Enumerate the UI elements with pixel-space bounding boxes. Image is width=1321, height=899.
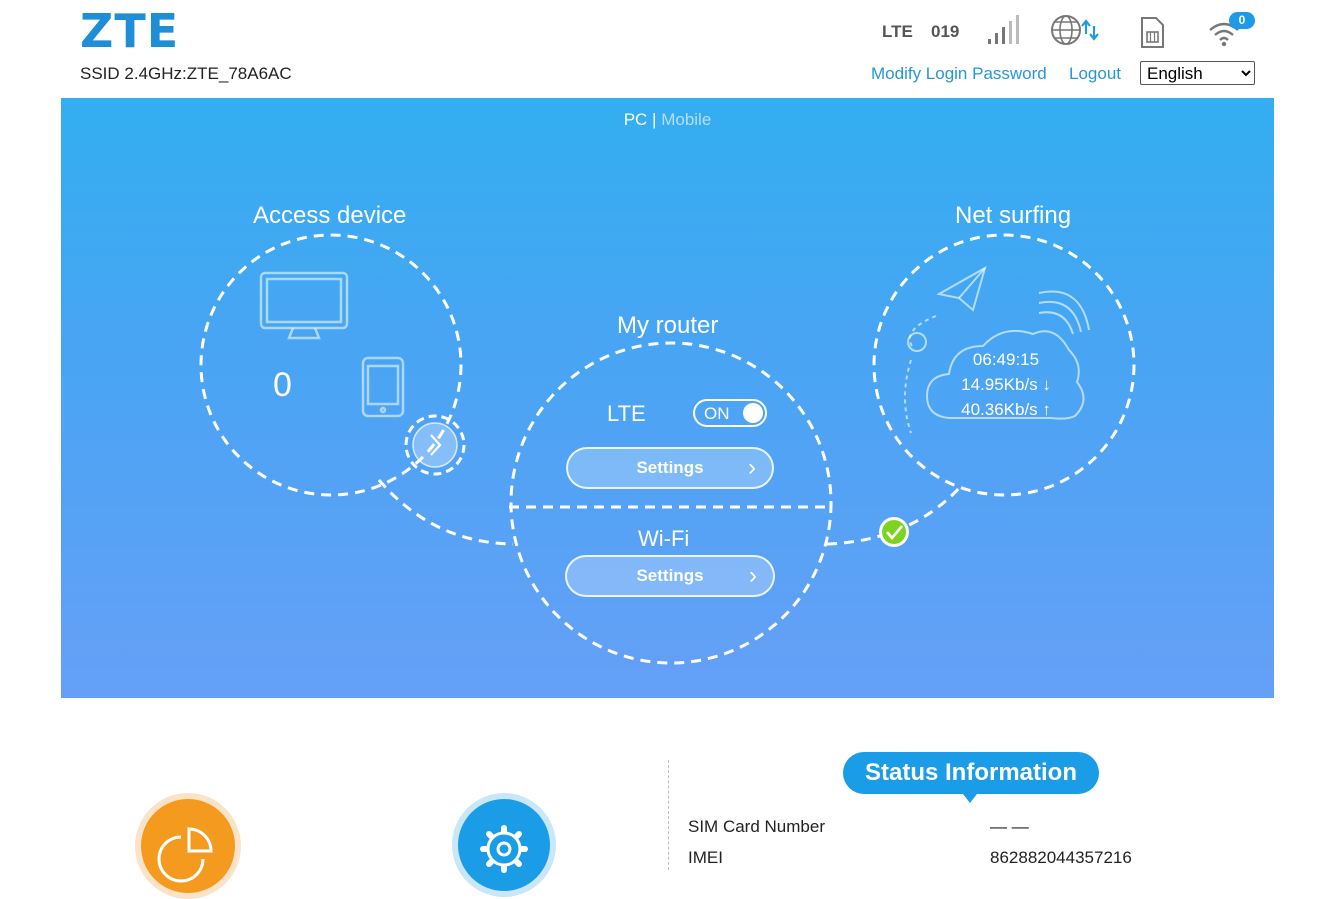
chevron-right-icon: › — [749, 562, 757, 589]
wifi-label: Wi-Fi — [638, 526, 690, 551]
data-usage-shortcut[interactable] — [135, 793, 241, 899]
chevron-right-icon: › — [748, 454, 756, 481]
hero-diagram — [199, 233, 1136, 665]
zte-logo: ZTE — [80, 4, 180, 58]
hero-panel: PC | Mobile Access device 0 My router LT… — [61, 98, 1274, 698]
access-device-arrow-button[interactable] — [404, 414, 466, 476]
access-device-title: Access device — [253, 202, 407, 229]
view-pc-link[interactable]: PC — [624, 110, 648, 129]
settings-shortcut[interactable] — [452, 793, 556, 897]
network-type: LTE — [882, 22, 913, 41]
modify-login-password-link[interactable]: Modify Login Password — [871, 64, 1047, 84]
lte-toggle-knob — [743, 403, 763, 423]
status-label-imei: IMEI — [688, 848, 723, 867]
status-label-sim-card-number: SIM Card Number — [688, 817, 825, 836]
monitor-icon — [259, 271, 349, 340]
view-mobile-link[interactable]: Mobile — [661, 110, 711, 129]
lte-label: LTE — [607, 401, 646, 426]
upload-rate: 40.36Kb/s ↑ — [961, 400, 1051, 419]
section-divider — [668, 760, 669, 870]
lte-settings-button[interactable]: Settings › — [566, 447, 774, 489]
signal-strength-icon — [988, 15, 1019, 44]
wifi-settings-label: Settings — [636, 566, 704, 585]
lte-settings-label: Settings — [636, 458, 704, 477]
language-select[interactable]: English — [1140, 61, 1255, 85]
status-value-sim-card-number: — — — [990, 817, 1029, 836]
operator-code: 019 — [931, 22, 960, 41]
status-value-imei: 862882044357216 — [990, 848, 1132, 867]
data-usage-circle — [141, 799, 235, 893]
ssid-label: SSID 2.4GHz:ZTE_78A6AC — [80, 64, 292, 83]
view-mode-switch: PC | Mobile — [61, 110, 1274, 130]
globe-data-icon — [1051, 15, 1099, 45]
lte-toggle[interactable]: ON — [693, 399, 767, 427]
status-information-title: Status Information — [843, 752, 1099, 794]
lte-toggle-label: ON — [704, 404, 730, 423]
signal-wave-icon — [1038, 290, 1090, 335]
phone-icon — [361, 356, 405, 418]
net-surfing-title: Net surfing — [955, 202, 1072, 229]
my-router-title: My router — [617, 312, 719, 339]
status-title-pointer — [963, 794, 977, 803]
connected-check-icon — [879, 517, 909, 547]
download-rate: 14.95Kb/s ↓ — [961, 375, 1051, 394]
logout-link[interactable]: Logout — [1069, 64, 1121, 84]
gear-icon — [480, 825, 528, 873]
pie-chart-icon — [157, 827, 213, 883]
connection-duration: 06:49:15 — [972, 350, 1040, 369]
access-device-count: 0 — [273, 366, 292, 404]
sim-card-icon — [1141, 17, 1164, 48]
wifi-clients-badge: 0 — [1229, 12, 1255, 29]
wifi-settings-button[interactable]: Settings › — [565, 555, 775, 597]
settings-circle — [458, 799, 550, 891]
view-separator: | — [647, 110, 662, 129]
